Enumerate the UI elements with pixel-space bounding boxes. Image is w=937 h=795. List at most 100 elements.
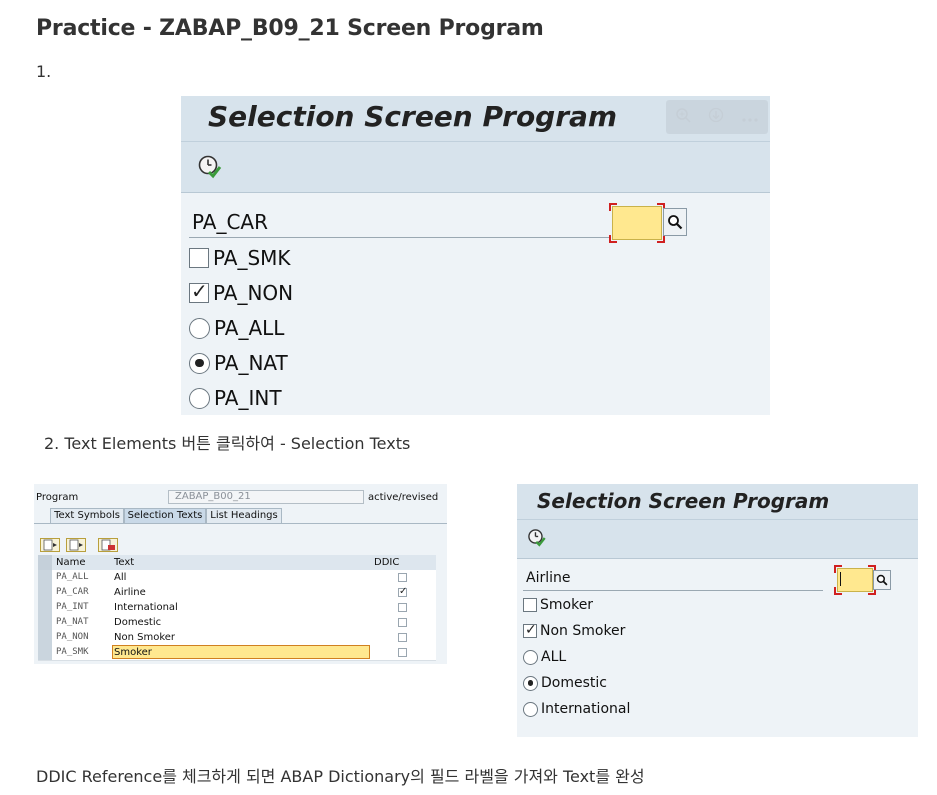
- text-elements-editor: Program ZABAP_B00_21 active/revised Text…: [34, 484, 447, 664]
- checkbox[interactable]: [523, 598, 537, 612]
- radio-button[interactable]: [523, 649, 538, 665]
- option-label: Smoker: [540, 597, 594, 613]
- field-underline: [523, 590, 823, 591]
- zoom-in-icon[interactable]: [675, 107, 691, 127]
- option-label: International: [541, 701, 631, 717]
- execute-clock-icon[interactable]: [527, 528, 547, 548]
- application-toolbar: [181, 142, 770, 193]
- table-row[interactable]: PA_NAT Domestic: [38, 615, 436, 631]
- option-label: PA_SMK: [213, 246, 291, 270]
- option-label: ALL: [541, 649, 567, 665]
- pa-car-label: PA_CAR: [192, 210, 269, 234]
- tab-text-symbols[interactable]: Text Symbols: [50, 508, 124, 523]
- column-header-name: Name: [56, 557, 86, 568]
- execute-clock-icon[interactable]: [197, 154, 223, 180]
- tab-list-headings[interactable]: List Headings: [206, 508, 282, 523]
- insert-row-icon[interactable]: [66, 538, 86, 552]
- option-pa-all[interactable]: PA_ALL: [189, 316, 284, 340]
- screen-title: Selection Screen Program: [537, 489, 830, 513]
- page-title: Practice - ZABAP_B09_21 Screen Program: [36, 16, 544, 41]
- application-toolbar: [517, 520, 918, 559]
- option-non-smoker[interactable]: ✓ Non Smoker: [523, 623, 625, 639]
- option-pa-nat[interactable]: PA_NAT: [189, 351, 288, 375]
- radio-button[interactable]: [189, 317, 210, 339]
- option-label: PA_INT: [214, 386, 282, 410]
- status-label: active/revised: [368, 492, 439, 503]
- download-icon[interactable]: [708, 107, 724, 127]
- row-text[interactable]: All: [114, 570, 126, 585]
- row-text[interactable]: Domestic: [114, 615, 161, 630]
- ddic-checkbox[interactable]: [398, 633, 407, 642]
- checkbox-checked[interactable]: ✓: [189, 281, 209, 303]
- checkbox[interactable]: [189, 248, 209, 268]
- checkbox-checked[interactable]: ✓: [523, 623, 537, 638]
- option-pa-smk[interactable]: PA_SMK: [189, 246, 291, 270]
- table-row[interactable]: PA_CAR Airline ✓: [38, 585, 436, 601]
- option-all[interactable]: ALL: [523, 649, 566, 665]
- required-marker: [834, 587, 842, 595]
- image-tools: [666, 100, 768, 134]
- screen-header: Selection Screen Program: [181, 96, 770, 142]
- row-name: PA_NAT: [56, 617, 89, 627]
- check-icon: ✓: [399, 586, 408, 597]
- row-name: PA_SMK: [56, 647, 89, 657]
- program-field: ZABAP_B00_21: [168, 490, 364, 504]
- tab-strip: Text Symbols Selection Texts List Headin…: [34, 508, 447, 524]
- pa-car-input[interactable]: [612, 206, 662, 240]
- row-name: PA_ALL: [56, 572, 89, 582]
- tab-selection-texts[interactable]: Selection Texts: [124, 508, 206, 523]
- program-label: Program: [36, 492, 79, 503]
- row-text[interactable]: Airline: [114, 585, 146, 600]
- airline-label: Airline: [526, 570, 571, 586]
- required-marker: [657, 235, 665, 243]
- search-help-button[interactable]: [663, 208, 687, 236]
- row-text[interactable]: International: [114, 600, 178, 615]
- radio-button-selected[interactable]: [523, 675, 538, 691]
- step-1-label: 1.: [36, 62, 52, 81]
- table-row[interactable]: PA_INT International: [38, 600, 436, 616]
- ddic-checkbox[interactable]: [398, 648, 407, 657]
- row-name: PA_INT: [56, 602, 89, 612]
- selection-screen-with-texts: Selection Screen Program Airline Smoker …: [517, 484, 918, 737]
- ddic-checkbox[interactable]: [398, 618, 407, 627]
- radio-button-selected[interactable]: [189, 352, 210, 374]
- row-name: PA_CAR: [56, 587, 89, 597]
- append-row-icon[interactable]: [40, 538, 60, 552]
- required-marker: [609, 203, 617, 211]
- option-label: Non Smoker: [540, 623, 626, 639]
- delete-row-icon[interactable]: [98, 538, 118, 552]
- option-label: PA_NAT: [214, 351, 288, 375]
- option-label: Domestic: [541, 675, 607, 691]
- radio-button[interactable]: [523, 701, 538, 717]
- option-label: PA_NON: [213, 281, 294, 305]
- option-smoker[interactable]: Smoker: [523, 597, 593, 613]
- field-underline: [189, 237, 609, 238]
- search-icon: [876, 574, 888, 586]
- table-row[interactable]: PA_NON Non Smoker: [38, 630, 436, 646]
- screen-title: Selection Screen Program: [208, 100, 618, 133]
- column-header-text: Text: [114, 557, 135, 568]
- footer-note: DDIC Reference를 체크하게 되면 ABAP Dictionary의…: [36, 767, 645, 786]
- option-pa-non[interactable]: ✓ PA_NON: [189, 281, 293, 305]
- table-row[interactable]: PA_ALL All: [38, 570, 436, 586]
- search-help-button[interactable]: [873, 570, 891, 590]
- ddic-checkbox[interactable]: [398, 603, 407, 612]
- row-text[interactable]: Non Smoker: [114, 630, 175, 645]
- required-marker: [834, 565, 842, 573]
- radio-button[interactable]: [189, 387, 210, 409]
- text-cursor: [840, 572, 841, 586]
- option-domestic[interactable]: Domestic: [523, 675, 607, 691]
- row-name: PA_NON: [56, 632, 89, 642]
- option-pa-int[interactable]: PA_INT: [189, 386, 282, 410]
- selection-screen-technical: Selection Screen Program PA_CAR PA_SMK ✓: [181, 96, 770, 415]
- screen-header: Selection Screen Program: [517, 484, 918, 520]
- more-icon[interactable]: [741, 108, 759, 127]
- required-marker: [609, 235, 617, 243]
- option-label: PA_ALL: [214, 316, 285, 340]
- table-row[interactable]: PA_SMK Smoker: [38, 645, 436, 661]
- search-icon: [668, 215, 683, 230]
- option-international[interactable]: International: [523, 701, 630, 717]
- ddic-checkbox[interactable]: [398, 573, 407, 582]
- row-text[interactable]: Smoker: [114, 645, 152, 660]
- step-2-label: 2. Text Elements 버튼 클릭하여 - Selection Tex…: [44, 434, 411, 453]
